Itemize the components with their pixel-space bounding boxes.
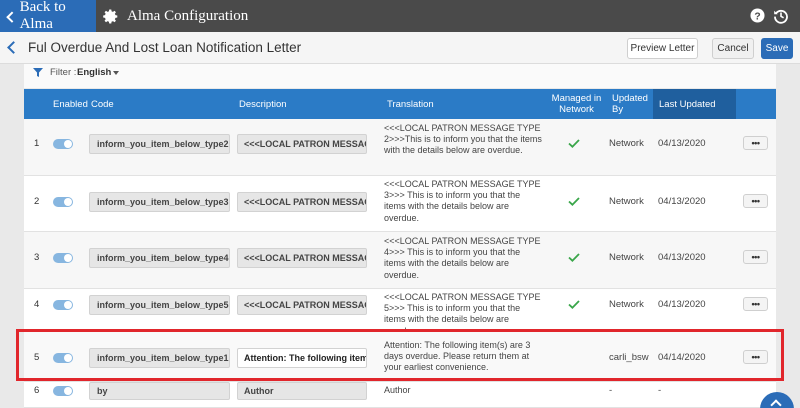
description-field[interactable]: <<<LOCAL PATRON MESSAGE T [237, 295, 367, 315]
help-icon[interactable]: ? [750, 8, 765, 23]
table-row: 2 inform_you_item_below_type3 <<<LOCAL P… [24, 176, 776, 232]
last-updated: 04/13/2020 [658, 252, 706, 263]
check-icon [568, 139, 580, 148]
updated-by: - [609, 385, 613, 396]
code-field: inform_you_item_below_type4 [89, 248, 230, 268]
arrow-up-icon [770, 399, 782, 408]
enabled-toggle[interactable] [53, 386, 73, 396]
table-row: 6 by Author Author - - [24, 382, 776, 408]
updated-by: Network [609, 138, 644, 149]
cancel-button[interactable]: Cancel [712, 38, 754, 59]
translation-text: <<<LOCAL PATRON MESSAGE TYPE 5>>> This i… [384, 292, 541, 331]
header-description[interactable]: Description [239, 89, 287, 119]
gear-icon [103, 8, 118, 24]
enabled-toggle[interactable] [53, 139, 73, 149]
last-updated: - [658, 385, 662, 396]
enabled-toggle[interactable] [53, 197, 73, 207]
enabled-toggle[interactable] [53, 253, 73, 263]
row-actions-button[interactable]: ••• [743, 250, 768, 264]
last-updated: 04/13/2020 [658, 299, 706, 310]
updated-by: Network [609, 196, 644, 207]
svg-text:?: ? [754, 11, 760, 22]
row-actions-button[interactable]: ••• [743, 194, 768, 208]
updated-by: Network [609, 299, 644, 310]
description-field[interactable]: <<<LOCAL PATRON MESSAGE T [237, 248, 367, 268]
row-number: 1 [34, 138, 40, 149]
filter-bar: Filter : English [24, 64, 776, 88]
row-actions-button[interactable]: ••• [743, 297, 768, 311]
row-number: 4 [34, 299, 40, 310]
description-field[interactable]: <<<LOCAL PATRON MESSAGE T [237, 192, 367, 212]
translation-text: Author [384, 385, 411, 395]
back-to-alma-button[interactable]: Back to Alma [0, 0, 96, 32]
preview-letter-button[interactable]: Preview Letter [627, 38, 698, 59]
last-updated: 04/13/2020 [658, 138, 706, 149]
row-actions-button[interactable]: ••• [743, 136, 768, 150]
page-title: Ful Overdue And Lost Loan Notification L… [28, 40, 302, 55]
header-code[interactable]: Code [91, 89, 114, 119]
top-bar: Back to Alma Alma Configuration ? [0, 0, 800, 32]
header-updated-by[interactable]: Updated By [612, 89, 648, 119]
table-header: Enabled Code Description Translation Man… [24, 89, 776, 119]
header-last-updated[interactable]: Last Updated [653, 89, 736, 119]
code-field: inform_you_item_below_type3 [89, 192, 230, 212]
code-field: inform_you_item_below_type2 [89, 134, 230, 154]
table-row: 1 inform_you_item_below_type2 <<<LOCAL P… [24, 119, 776, 176]
header-managed-in-network[interactable]: Managed in Network [549, 89, 604, 119]
translation-text: <<<LOCAL PATRON MESSAGE TYPE 3>>> This i… [384, 179, 541, 223]
check-icon [568, 197, 580, 206]
translation-text: <<<LOCAL PATRON MESSAGE TYPE 2>>>This is… [384, 123, 542, 156]
filter-label: Filter : [50, 67, 77, 78]
table-row: 3 inform_you_item_below_type4 <<<LOCAL P… [24, 232, 776, 289]
save-button[interactable]: Save [761, 38, 793, 59]
last-updated: 04/13/2020 [658, 196, 706, 207]
app-title: Alma Configuration [102, 0, 248, 32]
row-number: 6 [34, 385, 40, 396]
table-row: 4 inform_you_item_below_type5 <<<LOCAL P… [24, 289, 776, 332]
code-field: by [89, 382, 230, 400]
code-field: inform_you_item_below_type5 [89, 295, 230, 315]
header-enabled[interactable]: Enabled [53, 89, 88, 119]
filter-icon [33, 68, 43, 77]
check-icon [568, 253, 580, 262]
page-header: Ful Overdue And Lost Loan Notification L… [0, 32, 800, 64]
row-number: 3 [34, 252, 40, 263]
enabled-toggle[interactable] [53, 300, 73, 310]
caret-down-icon[interactable] [113, 71, 119, 75]
back-chevron-icon[interactable] [7, 41, 20, 54]
row-number: 2 [34, 196, 40, 207]
app-title-label: Alma Configuration [127, 7, 249, 24]
check-icon [568, 300, 580, 309]
back-to-alma-label: Back to Alma [19, 0, 66, 32]
translation-text: <<<LOCAL PATRON MESSAGE TYPE 4>>> This i… [384, 236, 541, 280]
description-field[interactable]: Author [237, 382, 367, 400]
chevron-left-icon [6, 10, 18, 23]
description-field[interactable]: <<<LOCAL PATRON MESSAGE T [237, 134, 367, 154]
header-translation[interactable]: Translation [387, 89, 434, 119]
highlight-box [16, 329, 784, 381]
history-icon[interactable] [773, 8, 789, 24]
language-filter-dropdown[interactable]: English [77, 67, 111, 78]
updated-by: Network [609, 252, 644, 263]
